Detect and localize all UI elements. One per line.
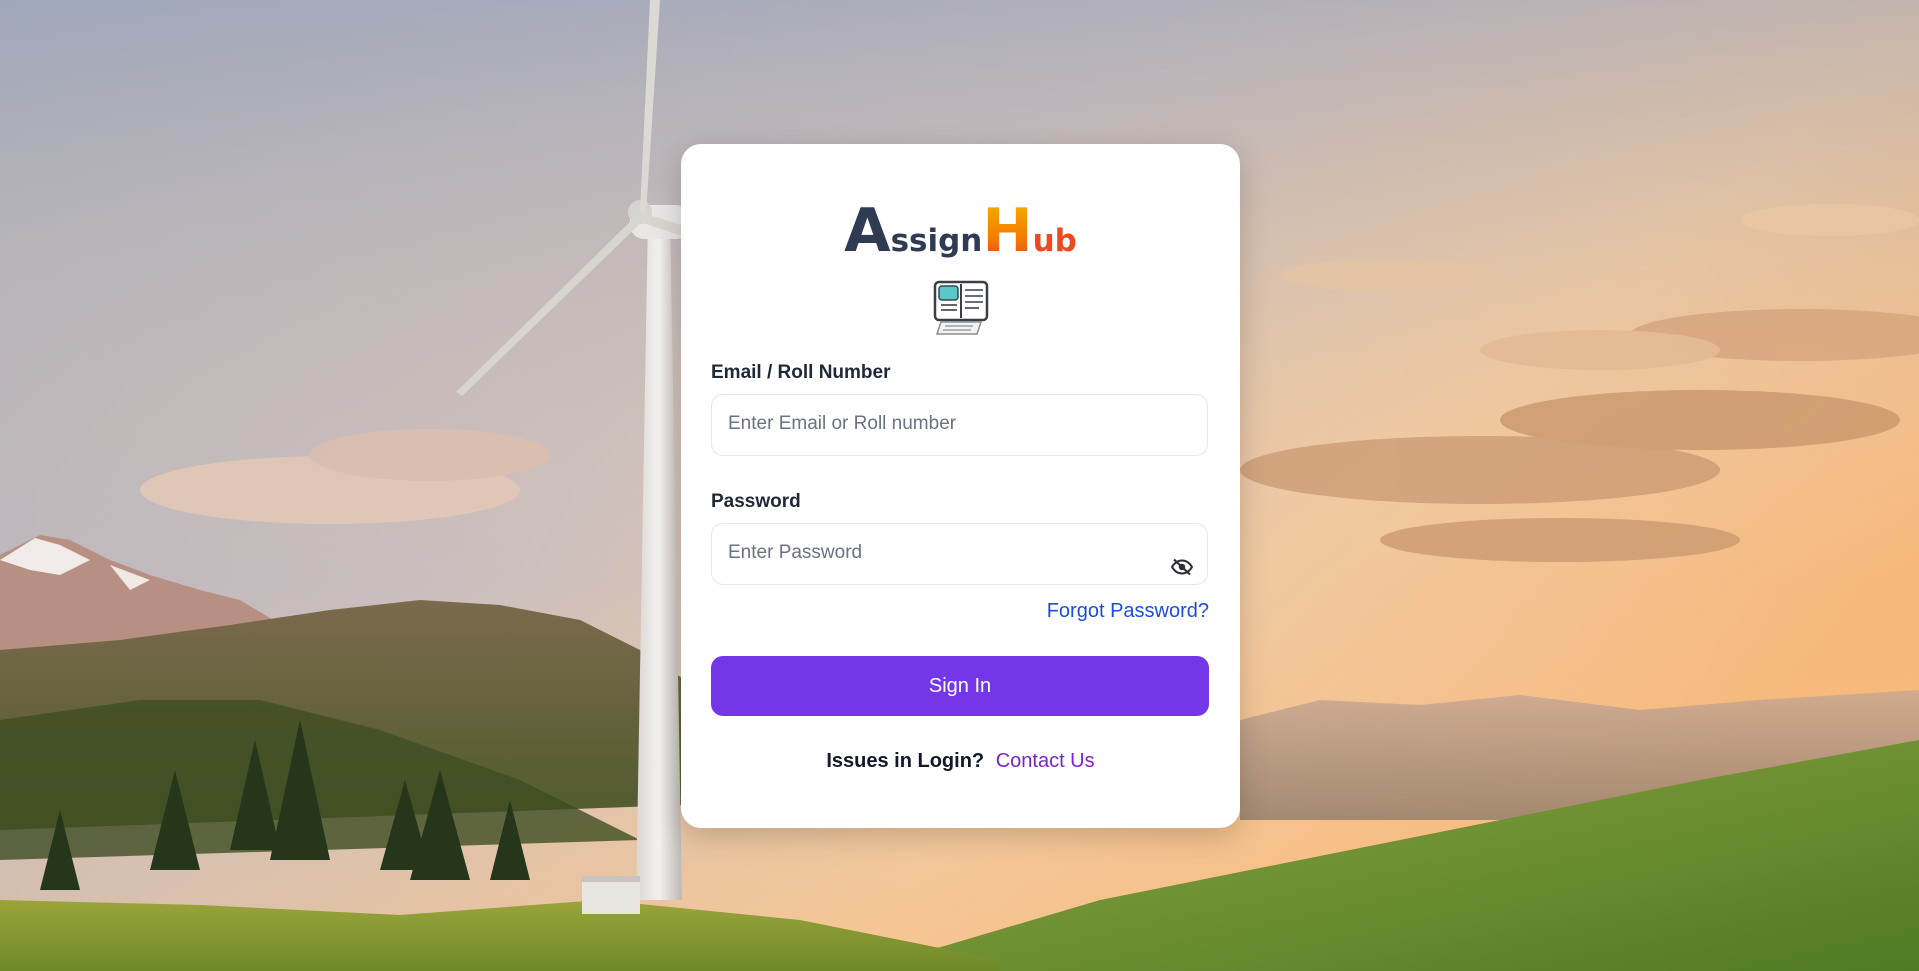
password-label: Password: [711, 491, 801, 512]
book-desk-icon: [933, 280, 989, 338]
brand-rest-a: ssign: [890, 223, 983, 259]
contact-us-link[interactable]: Contact Us: [996, 750, 1095, 772]
brand-rest-h: ub: [1032, 223, 1077, 259]
password-field-box: [711, 523, 1208, 585]
eye-off-icon[interactable]: [1170, 558, 1194, 576]
brand-letter-a: A: [844, 196, 891, 266]
app-logo-wordmark: AssignHub: [681, 196, 1240, 266]
login-help-row: Issues in Login? Contact Us: [681, 750, 1240, 773]
brand-letter-h: H: [982, 196, 1033, 266]
password-input[interactable]: [712, 524, 1148, 582]
email-label: Email / Roll Number: [711, 362, 891, 383]
issues-text: Issues in Login?: [826, 750, 985, 772]
email-input[interactable]: [712, 395, 1148, 453]
sign-in-button[interactable]: Sign In: [711, 656, 1209, 716]
forgot-password-link[interactable]: Forgot Password?: [1047, 600, 1209, 623]
email-field-box: [711, 394, 1208, 456]
login-card: AssignHub Email / Roll Number Password: [681, 144, 1240, 828]
